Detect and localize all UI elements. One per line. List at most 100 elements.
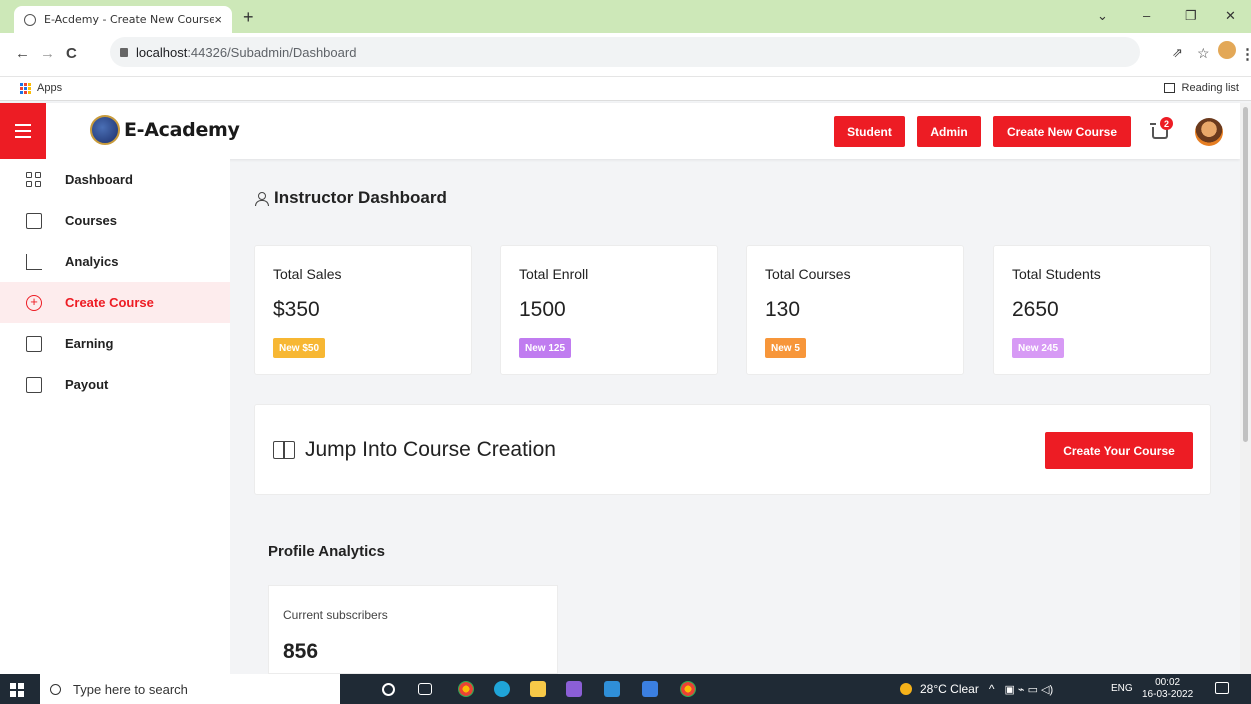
book-icon	[26, 212, 42, 229]
brand-name: E-Academy	[124, 119, 240, 141]
taskbar-search-placeholder: Type here to search	[73, 681, 188, 697]
chrome-active-icon[interactable]	[680, 681, 696, 697]
tab-search-chevron-icon[interactable]: ⌄	[1097, 8, 1108, 24]
close-window-icon[interactable]: ✕	[1225, 8, 1236, 24]
chrome-icon[interactable]	[458, 681, 474, 697]
tab-title: E-Acdemy - Create New Course	[44, 13, 215, 26]
stat-badge: New $50	[273, 338, 326, 358]
profile-analytics-heading: Profile Analytics	[268, 543, 385, 560]
stat-card-total-students: Total Students 2650 New 245	[993, 245, 1211, 375]
cart-handle	[1150, 123, 1156, 125]
page-title: Instructor Dashboard	[255, 188, 447, 208]
app-header: E-Academy Student Admin Create New Cours…	[0, 103, 1240, 159]
create-new-course-button[interactable]: Create New Course	[993, 116, 1131, 147]
sidebar-item-courses[interactable]: Courses	[0, 200, 230, 241]
cortana-icon[interactable]	[382, 683, 395, 696]
hamburger-menu-button[interactable]	[0, 103, 46, 159]
notification-icon[interactable]	[1215, 682, 1229, 694]
sidebar-item-label: Create Course	[65, 295, 154, 310]
visual-studio-icon[interactable]	[566, 681, 582, 697]
document-icon[interactable]	[642, 681, 658, 697]
reload-icon[interactable]: C	[66, 45, 77, 62]
windows-start-icon[interactable]	[10, 683, 24, 697]
cart-count-badge: 2	[1160, 117, 1173, 130]
stat-card-total-enroll: Total Enroll 1500 New 125	[500, 245, 718, 375]
sidebar-item-label: Analyics	[65, 254, 119, 269]
clock[interactable]: 00:02 16-03-2022	[1142, 677, 1193, 701]
back-icon[interactable]: ←	[15, 45, 30, 62]
minimize-icon[interactable]: –	[1143, 8, 1150, 23]
star-icon[interactable]: ☆	[1197, 45, 1210, 62]
user-avatar[interactable]	[1195, 118, 1223, 146]
file-explorer-icon[interactable]	[530, 681, 546, 697]
cart-icon[interactable]: 2	[1150, 117, 1174, 145]
reading-list-icon	[1163, 83, 1175, 93]
stat-label: Total Enroll	[519, 266, 589, 282]
browser-tab[interactable]: E-Acdemy - Create New Course ×	[14, 6, 232, 33]
brand-logo[interactable]: E-Academy	[90, 115, 240, 145]
chart-icon	[26, 253, 42, 270]
globe-icon	[24, 13, 36, 26]
stat-value: 2650	[1012, 298, 1059, 321]
stat-label: Total Courses	[765, 266, 851, 282]
page-scrollbar[interactable]	[1240, 103, 1251, 674]
bookmarks-bar: Apps Reading list	[0, 77, 1251, 101]
create-your-course-button[interactable]: Create Your Course	[1045, 432, 1193, 469]
page-title-text: Instructor Dashboard	[274, 188, 447, 207]
restore-icon[interactable]: ❐	[1185, 8, 1197, 24]
language-indicator[interactable]: ENG	[1111, 683, 1133, 694]
course-creation-title: Jump Into Course Creation	[305, 438, 556, 461]
forward-icon[interactable]: →	[40, 45, 55, 62]
subscribers-value: 856	[283, 640, 319, 663]
edge-icon[interactable]	[494, 681, 510, 697]
stat-value: 130	[765, 298, 801, 321]
browser-tab-strip: E-Acdemy - Create New Course × + ⌄ – ❐ ✕	[0, 0, 1251, 33]
clock-date: 16-03-2022	[1142, 689, 1194, 700]
stat-card-total-sales: Total Sales $350 New $50	[254, 245, 472, 375]
tray-icons[interactable]: ▣ ⌁ ▭ ◁)	[1004, 683, 1053, 696]
weather-widget[interactable]: 28°C Clear ^ ▣ ⌁ ▭ ◁)	[900, 682, 1053, 696]
sidebar-item-label: Dashboard	[65, 172, 133, 187]
url-path: :44326/Subadmin/Dashboard	[187, 44, 357, 60]
stat-label: Total Sales	[273, 266, 342, 282]
tray-chevron-icon[interactable]: ^	[989, 682, 995, 696]
student-button[interactable]: Student	[834, 116, 905, 147]
stat-label: Total Students	[1012, 266, 1101, 282]
apps-shortcut[interactable]: Apps	[20, 82, 62, 94]
url-field[interactable]: localhost :44326/Subadmin/Dashboard	[110, 37, 1140, 67]
grid-icon	[26, 171, 42, 188]
course-creation-panel: Jump Into Course Creation Create Your Co…	[254, 404, 1211, 495]
stat-badge: New 125	[519, 338, 572, 358]
subscribers-label: Current subscribers	[283, 608, 388, 622]
new-tab-button[interactable]: +	[243, 7, 254, 28]
reading-list[interactable]: Reading list	[1163, 82, 1239, 94]
app-icon[interactable]	[604, 681, 620, 697]
url-host: localhost	[136, 44, 188, 60]
stat-badge: New 5	[765, 338, 806, 358]
task-view-icon[interactable]	[418, 683, 432, 695]
menu-dots-icon[interactable]: ⋮	[1240, 45, 1251, 63]
sidebar-item-label: Payout	[65, 377, 109, 392]
profile-icon[interactable]	[1218, 41, 1236, 59]
scrollbar-thumb[interactable]	[1243, 107, 1248, 442]
sidebar: Dashboard Courses Analyics + Create Cour…	[0, 159, 230, 674]
user-icon	[255, 191, 269, 206]
tab-close-icon[interactable]: ×	[214, 12, 222, 27]
stat-card-total-courses: Total Courses 130 New 5	[746, 245, 964, 375]
share-icon[interactable]: ⇗	[1172, 45, 1183, 61]
apps-grid-icon	[20, 82, 31, 94]
sidebar-item-dashboard[interactable]: Dashboard	[0, 159, 230, 200]
search-icon	[50, 683, 61, 695]
card-icon	[26, 376, 42, 393]
admin-button[interactable]: Admin	[917, 116, 981, 147]
moon-icon	[900, 683, 912, 695]
clock-time: 00:02	[1155, 677, 1181, 688]
sidebar-item-payout[interactable]: Payout	[0, 364, 230, 405]
taskbar-search-input[interactable]: Type here to search	[40, 674, 340, 704]
sidebar-item-earning[interactable]: Earning	[0, 323, 230, 364]
menu-bar-icon	[15, 124, 31, 126]
sidebar-item-create-course[interactable]: + Create Course	[0, 282, 230, 323]
sidebar-item-label: Earning	[65, 336, 114, 351]
plus-circle-icon: +	[26, 294, 42, 311]
sidebar-item-analytics[interactable]: Analyics	[0, 241, 230, 282]
